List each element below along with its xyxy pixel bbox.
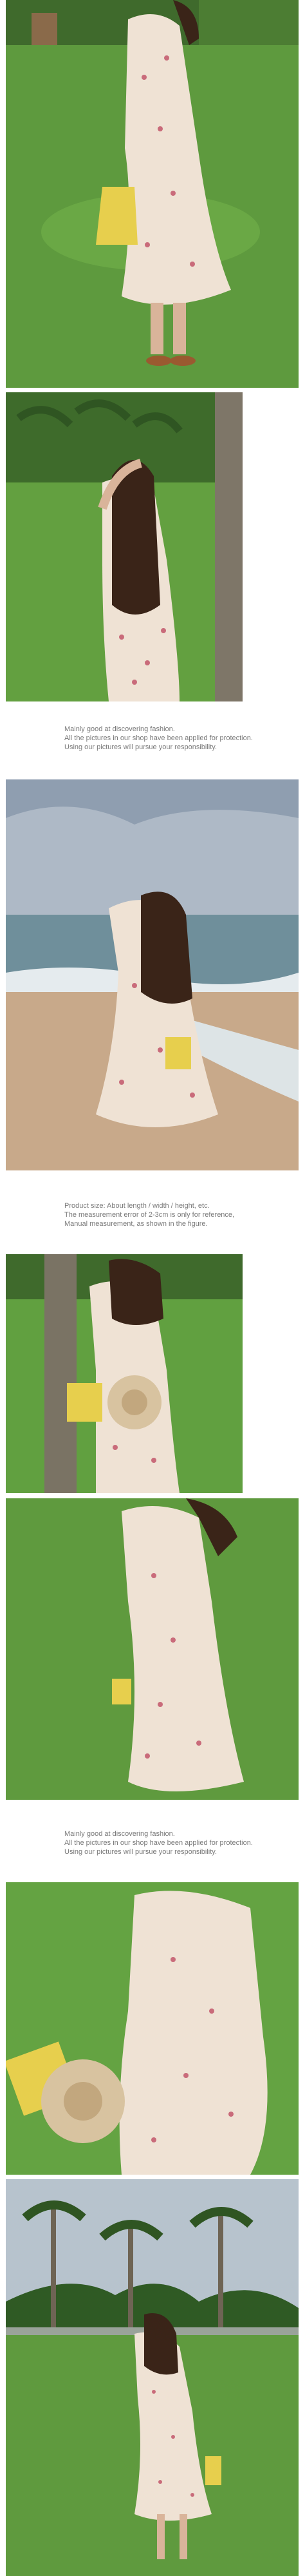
caption-line: Manual measurement, as shown in the figu… xyxy=(64,1220,208,1228)
product-photo-6 xyxy=(6,1882,299,2175)
product-photo-1 xyxy=(6,0,299,388)
product-photo-5 xyxy=(6,1498,299,1800)
product-photo-7 xyxy=(6,2179,299,2576)
product-photo-2 xyxy=(6,392,243,701)
caption-line: Using our pictures will pursue your resp… xyxy=(64,1848,217,1856)
caption-line: All the pictures in our shop have been a… xyxy=(64,734,253,742)
caption-line: The measurement error of 2-3cm is only f… xyxy=(64,1211,235,1219)
protection-notice-1: Mainly good at discovering fashion. All … xyxy=(64,725,253,752)
caption-line: Using our pictures will pursue your resp… xyxy=(64,743,217,751)
caption-line: All the pictures in our shop have been a… xyxy=(64,1839,253,1847)
measurement-notice: Product size: About length / width / hei… xyxy=(64,1201,234,1228)
protection-notice-2: Mainly good at discovering fashion. All … xyxy=(64,1829,253,1856)
caption-line: Mainly good at discovering fashion. xyxy=(64,725,175,733)
caption-line: Mainly good at discovering fashion. xyxy=(64,1830,175,1838)
product-photo-3 xyxy=(6,779,299,1170)
product-photo-4 xyxy=(6,1254,243,1493)
caption-line: Product size: About length / width / hei… xyxy=(64,1202,210,1210)
